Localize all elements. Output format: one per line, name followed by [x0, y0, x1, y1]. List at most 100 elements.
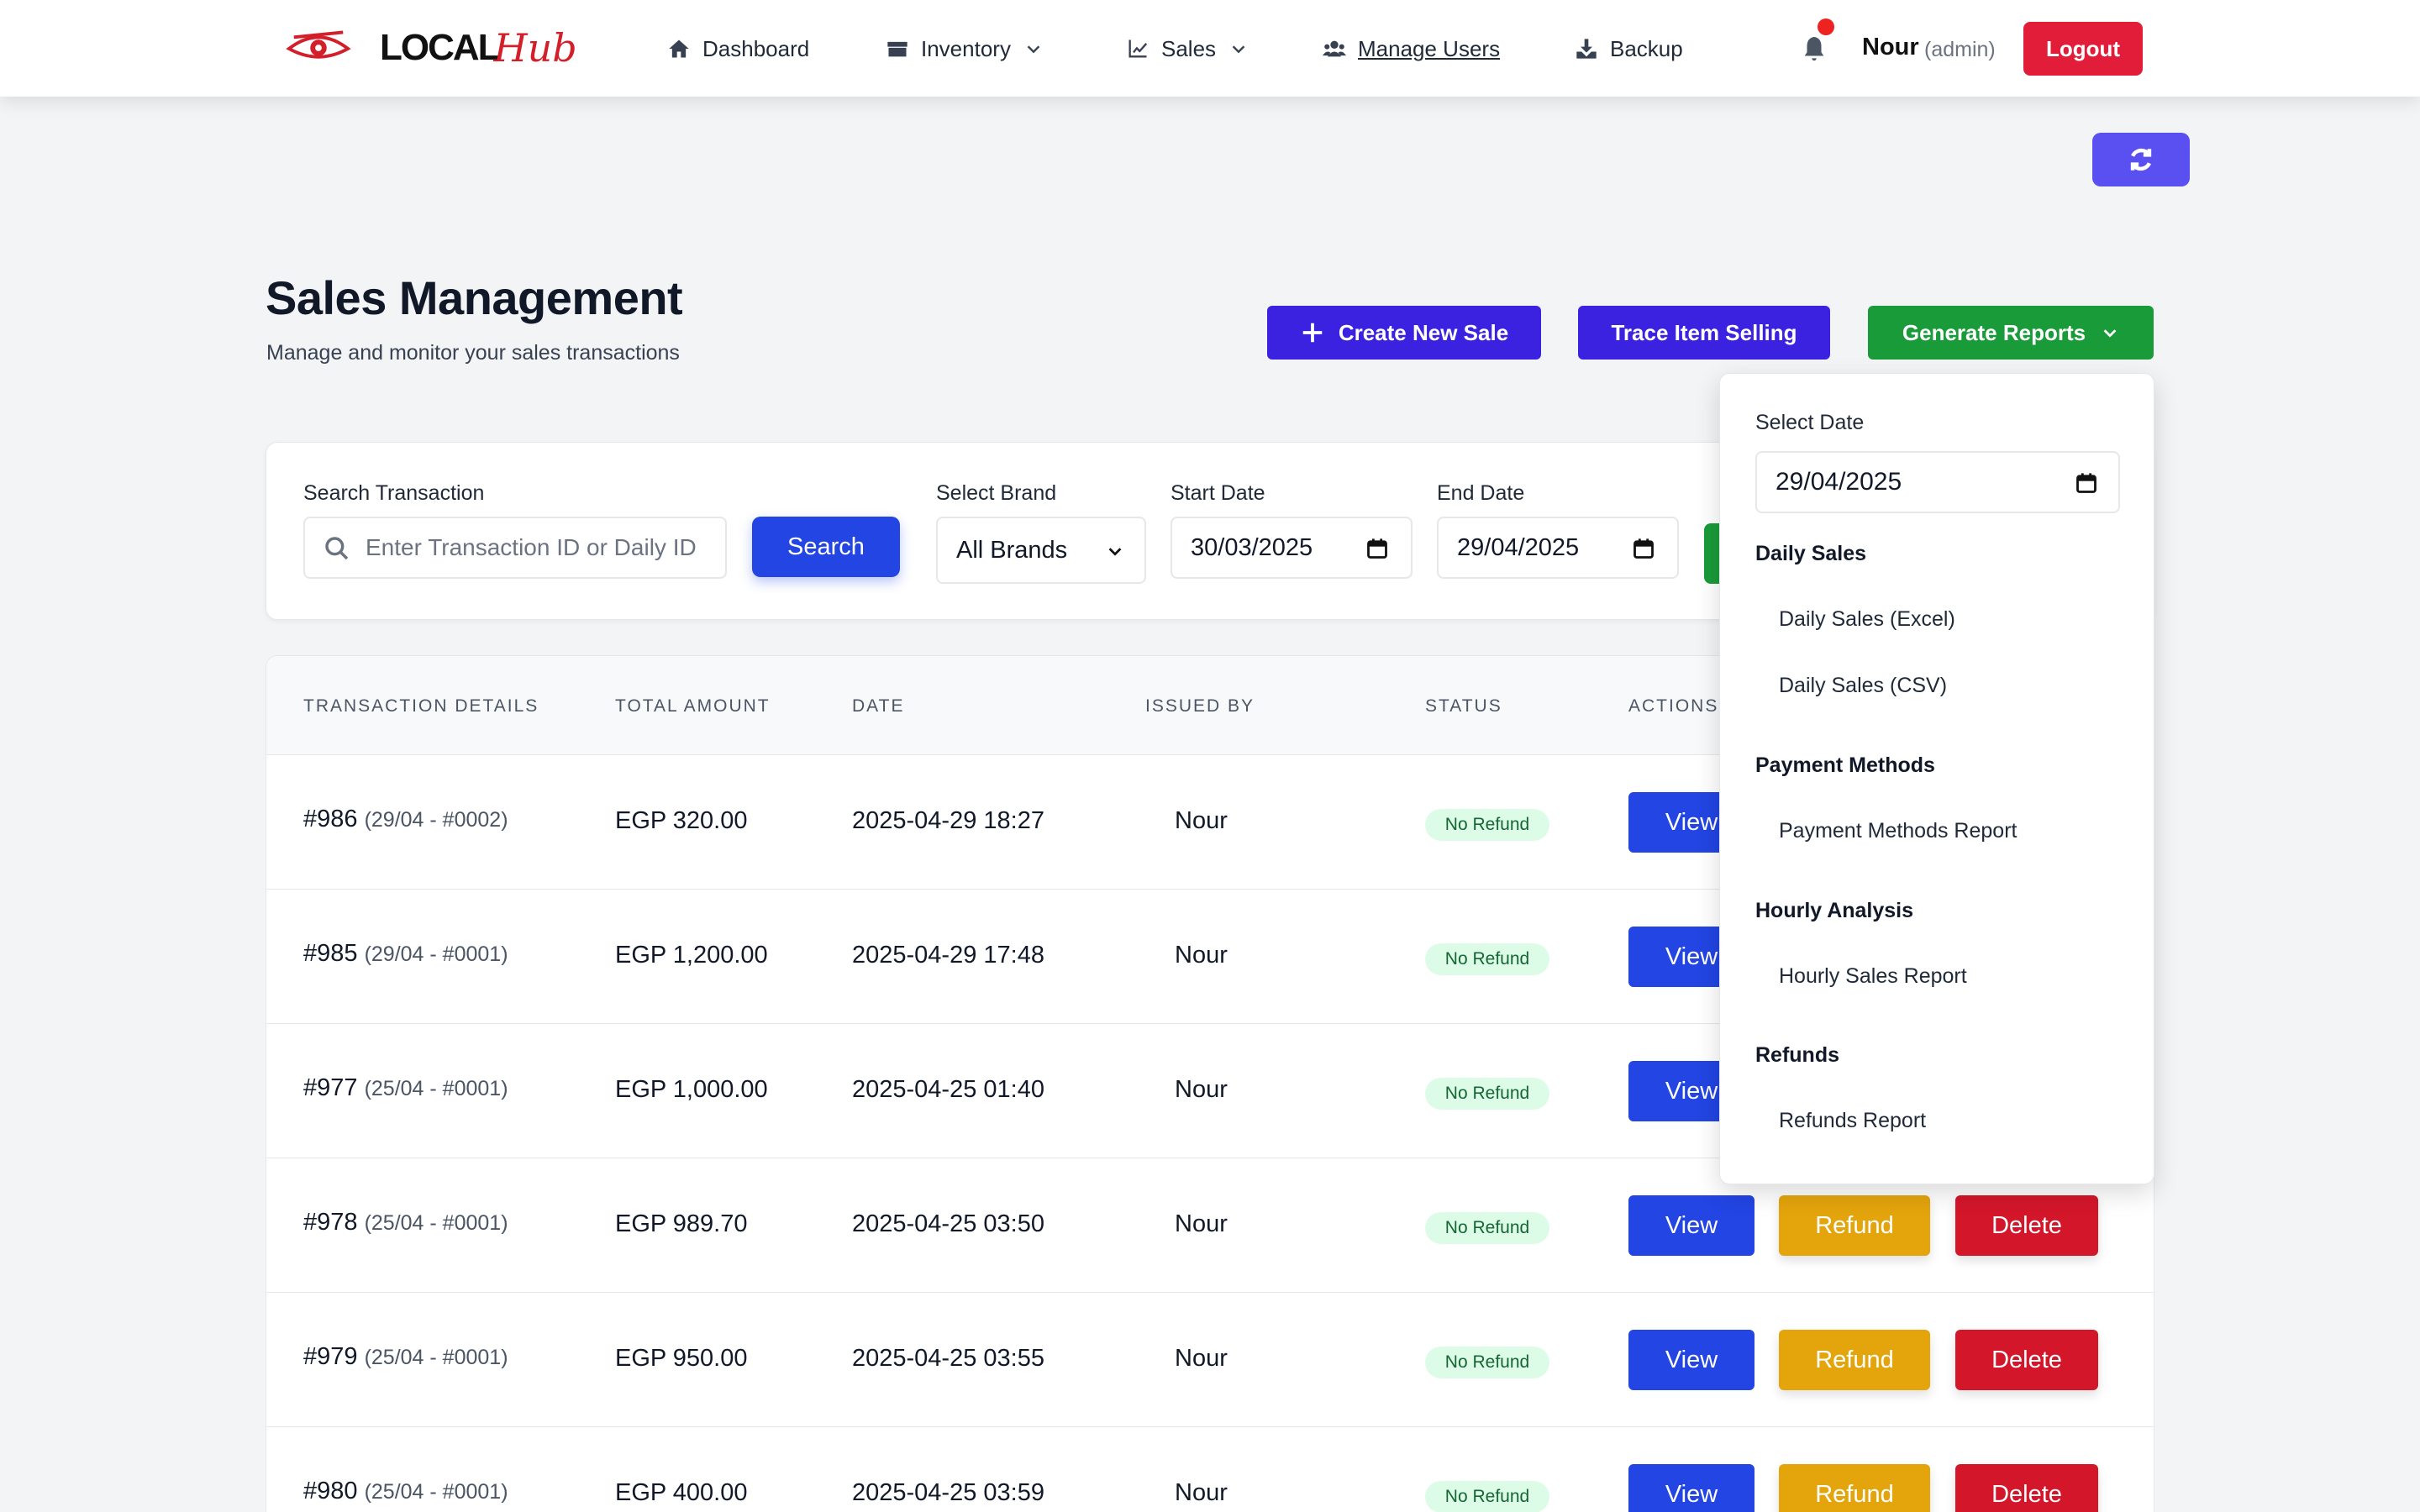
select-date-label: Select Date	[1755, 411, 1865, 434]
transaction-id: #986	[303, 806, 358, 832]
user-role: (admin)	[1924, 38, 1996, 61]
refresh-button[interactable]	[2092, 133, 2190, 186]
nav-sales-label: Sales	[1161, 35, 1217, 61]
notification-bell-icon[interactable]	[1800, 34, 1828, 64]
create-new-sale-button[interactable]: Create New Sale	[1267, 306, 1541, 360]
transaction-id: #979	[303, 1343, 358, 1370]
select-brand-label: Select Brand	[936, 481, 1057, 505]
view-button[interactable]: View	[1628, 1330, 1754, 1390]
menu-item-payment-methods-report[interactable]: Payment Methods Report	[1779, 819, 2017, 843]
status-badge: No Refund	[1425, 1481, 1549, 1512]
header-total-amount: TOTAL AMOUNT	[615, 696, 771, 716]
end-date-input[interactable]: 29/04/2025	[1437, 517, 1679, 579]
issued-by-cell: Nour	[1175, 942, 1228, 969]
issued-by-cell: Nour	[1175, 1345, 1228, 1372]
date-cell: 2025-04-29 18:27	[852, 807, 1044, 834]
transaction-id-cell: #979 (25/04 - #0001)	[303, 1343, 508, 1371]
logout-button[interactable]: Logout	[2023, 22, 2143, 76]
refresh-icon	[2130, 148, 2152, 171]
calendar-icon[interactable]	[2075, 471, 2098, 495]
nav-backup-label: Backup	[1610, 35, 1683, 61]
nav-sales[interactable]: Sales	[1126, 30, 1248, 67]
issued-by-cell: Nour	[1175, 1479, 1228, 1506]
trace-item-selling-button[interactable]: Trace Item Selling	[1578, 306, 1830, 360]
transaction-id: #978	[303, 1209, 358, 1236]
daily-id: (29/04 - #0001)	[364, 942, 508, 966]
header-transaction-details: TRANSACTION DETAILS	[303, 696, 539, 716]
nav-manage-users-label: Manage Users	[1358, 35, 1501, 61]
generate-reports-dropdown: Select Date 29/04/2025 Daily Sales Daily…	[1719, 373, 2154, 1184]
daily-id: (25/04 - #0001)	[364, 1346, 508, 1369]
view-button[interactable]: View	[1628, 1195, 1754, 1256]
status-badge: No Refund	[1425, 943, 1549, 975]
app-logo[interactable]: LOCAL Hub	[286, 22, 577, 74]
dropdown-section-daily-sales: Daily Sales	[1755, 542, 1867, 565]
dropdown-section-payment-methods: Payment Methods	[1755, 753, 1935, 777]
download-icon	[1576, 39, 1597, 59]
transaction-id-cell: #986 (29/04 - #0002)	[303, 806, 508, 833]
calendar-icon[interactable]	[1365, 537, 1389, 560]
total-amount-cell: EGP 1,200.00	[615, 942, 768, 969]
generate-reports-button[interactable]: Generate Reports	[1868, 306, 2154, 360]
chart-line-icon	[1128, 39, 1148, 58]
date-cell: 2025-04-25 03:50	[852, 1210, 1044, 1237]
eye-logo-icon	[286, 30, 351, 59]
transaction-id-cell: #985 (29/04 - #0001)	[303, 940, 508, 968]
start-date-value: 30/03/2025	[1191, 533, 1313, 561]
chevron-down-icon	[2103, 329, 2117, 338]
delete-button[interactable]: Delete	[1955, 1195, 2098, 1256]
transaction-id: #977	[303, 1074, 358, 1101]
transaction-id-cell: #980 (25/04 - #0001)	[303, 1478, 508, 1505]
header-issued-by: ISSUED BY	[1145, 696, 1255, 716]
view-button[interactable]: View	[1628, 1464, 1754, 1512]
generate-reports-label: Generate Reports	[1902, 319, 2086, 345]
nav-inventory[interactable]: Inventory	[886, 30, 1043, 67]
menu-item-refunds-report[interactable]: Refunds Report	[1779, 1109, 1926, 1133]
issued-by-cell: Nour	[1175, 1076, 1228, 1103]
header-date: DATE	[852, 696, 905, 716]
search-icon	[325, 537, 349, 560]
date-cell: 2025-04-25 03:55	[852, 1345, 1044, 1372]
nav-backup[interactable]: Backup	[1575, 30, 1683, 67]
transaction-id-cell: #978 (25/04 - #0001)	[303, 1209, 508, 1236]
status-badge: No Refund	[1425, 1078, 1549, 1110]
plus-icon	[1302, 323, 1323, 343]
search-transaction-input[interactable]: Enter Transaction ID or Daily ID	[303, 517, 727, 579]
users-icon	[1323, 40, 1346, 57]
menu-item-hourly-sales-report[interactable]: Hourly Sales Report	[1779, 964, 1967, 989]
search-button[interactable]: Search	[752, 517, 900, 577]
menu-item-daily-sales-excel[interactable]: Daily Sales (Excel)	[1779, 607, 1955, 632]
nav-inventory-label: Inventory	[921, 35, 1011, 61]
total-amount-cell: EGP 400.00	[615, 1479, 748, 1506]
start-date-label: Start Date	[1171, 481, 1265, 505]
status-badge: No Refund	[1425, 1212, 1549, 1244]
report-date-input[interactable]: 29/04/2025	[1755, 451, 2120, 513]
delete-button[interactable]: Delete	[1955, 1330, 2098, 1390]
date-cell: 2025-04-25 01:40	[852, 1076, 1044, 1103]
start-date-input[interactable]: 30/03/2025	[1171, 517, 1413, 579]
refund-button[interactable]: Refund	[1779, 1195, 1930, 1256]
refund-button[interactable]: Refund	[1779, 1330, 1930, 1390]
transaction-id: #985	[303, 940, 358, 967]
transaction-id: #980	[303, 1478, 358, 1504]
menu-item-daily-sales-csv[interactable]: Daily Sales (CSV)	[1779, 674, 1947, 698]
search-transaction-label: Search Transaction	[303, 481, 485, 505]
table-row: #980 (25/04 - #0001) EGP 400.00 2025-04-25…	[266, 1427, 2154, 1512]
page-title: Sales Management	[266, 271, 683, 324]
nav-manage-users[interactable]: Manage Users	[1323, 30, 1500, 67]
end-date-label: End Date	[1437, 481, 1525, 505]
nav-dashboard[interactable]: Dashboard	[667, 30, 809, 67]
brand-select[interactable]: All Brands	[936, 517, 1146, 584]
create-new-sale-label: Create New Sale	[1338, 319, 1509, 345]
search-placeholder: Enter Transaction ID or Daily ID	[366, 534, 697, 560]
chevron-down-icon	[1108, 548, 1122, 556]
calendar-icon[interactable]	[1632, 537, 1655, 560]
refund-button[interactable]: Refund	[1779, 1464, 1930, 1512]
delete-button[interactable]: Delete	[1955, 1464, 2098, 1512]
brand-select-value: All Brands	[956, 536, 1068, 564]
issued-by-cell: Nour	[1175, 1210, 1228, 1237]
dropdown-section-refunds: Refunds	[1755, 1043, 1839, 1067]
dropdown-section-hourly-analysis: Hourly Analysis	[1755, 899, 1914, 922]
logo-script: Hub	[493, 25, 577, 71]
top-navbar: LOCAL Hub Dashboard Inventory Sales Mana…	[0, 0, 2420, 97]
